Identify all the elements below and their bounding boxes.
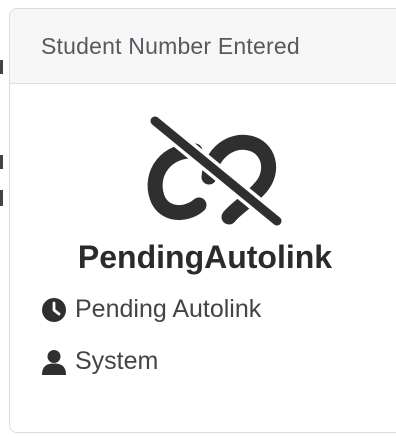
user-row: System xyxy=(41,347,158,376)
event-card: Student Number Entered PendingAutolink P… xyxy=(9,8,396,433)
page: Student Number Entered PendingAutolink P… xyxy=(0,0,396,437)
status-title: PendingAutolink xyxy=(77,239,333,275)
unlink-icon xyxy=(137,113,287,231)
user-text: System xyxy=(75,347,159,375)
card-header: Student Number Entered xyxy=(10,9,396,84)
edge-artifact xyxy=(0,190,3,206)
user-icon xyxy=(41,349,67,375)
edge-artifact xyxy=(0,60,3,74)
status-row: Pending Autolink xyxy=(41,295,261,324)
status-text: Pending Autolink xyxy=(75,295,262,323)
clock-icon xyxy=(41,297,67,323)
edge-artifact xyxy=(0,155,3,169)
card-header-title: Student Number Entered xyxy=(41,32,300,59)
